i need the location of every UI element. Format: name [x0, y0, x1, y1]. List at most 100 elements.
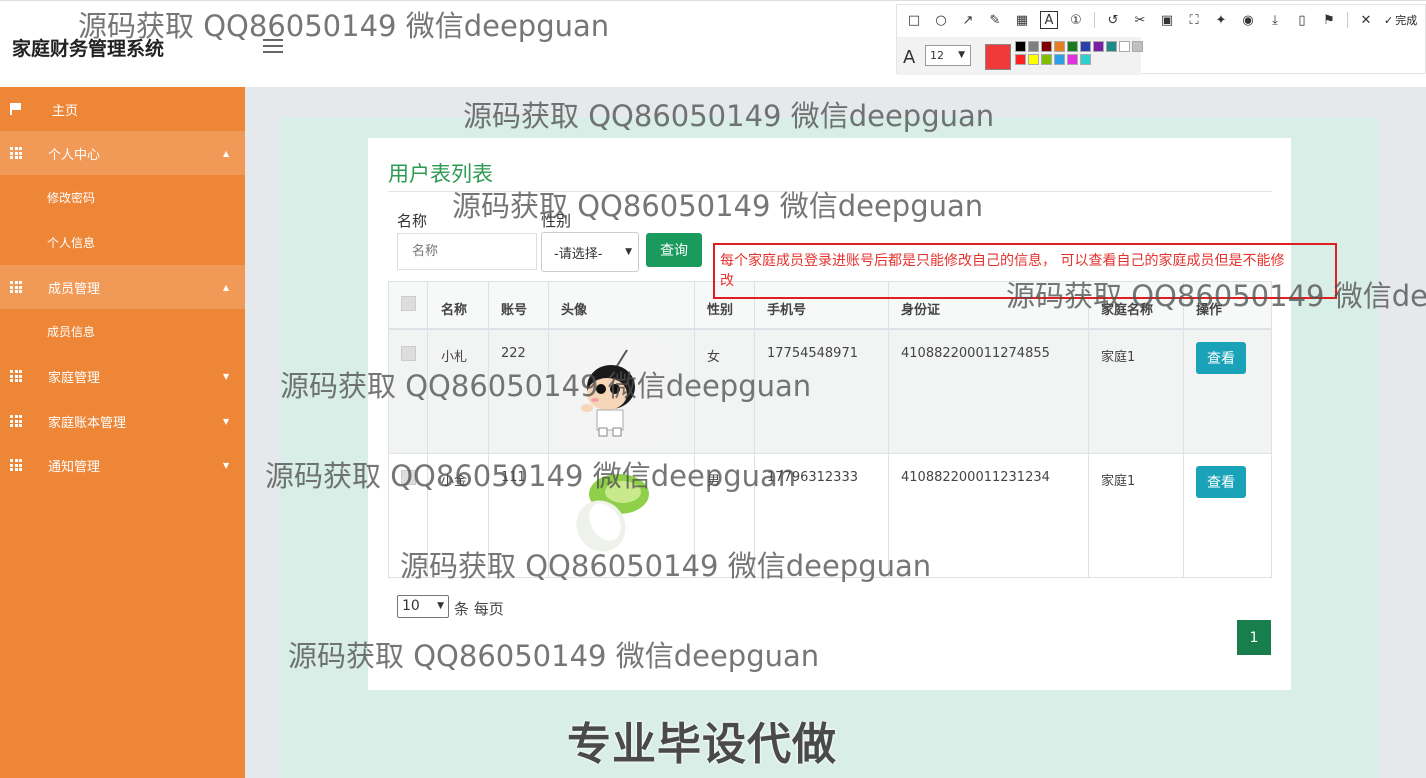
grid-icon	[10, 370, 24, 382]
color-swatch[interactable]	[1015, 54, 1026, 65]
undo-icon[interactable]: ↺	[1104, 11, 1122, 29]
annotation-toolbar: □ ○ ↗ ✎ ▦ A ① ↺ ✂ ▣ ⛶ ✦ ◉ ⤓ ▯ ⚑ ✕ ✓ 完成 A …	[896, 4, 1426, 75]
watermark: 源码获取 QQ86050149 微信deepguan	[280, 369, 812, 403]
sidebar-item-member-management[interactable]: 成员管理 ▲	[0, 265, 245, 309]
grid-icon	[10, 281, 24, 293]
sidebar-item-personal-center[interactable]: 个人中心 ▲	[0, 131, 245, 175]
ocr-icon[interactable]: ▣	[1158, 11, 1176, 29]
grid-icon	[10, 415, 24, 427]
color-swatch[interactable]	[1132, 41, 1143, 52]
color-swatch[interactable]	[1015, 41, 1026, 52]
download-icon[interactable]: ⤓	[1266, 11, 1284, 29]
slogan-overlay: 专业毕设代做	[567, 719, 837, 770]
cell-id-card: 410882200011274855	[901, 346, 1050, 361]
chevron-up-icon: ▲	[223, 148, 230, 158]
sidebar-item-personal-info[interactable]: 个人信息	[0, 220, 245, 264]
cell-family: 家庭1	[1101, 474, 1136, 489]
color-swatch[interactable]	[1041, 54, 1052, 65]
font-size-value: 12	[930, 49, 944, 62]
text-tool-icon[interactable]: A	[1040, 11, 1058, 29]
color-swatch[interactable]	[1119, 41, 1130, 52]
sidebar-item-label: 个人中心	[48, 147, 101, 163]
cell-family: 家庭1	[1101, 350, 1136, 365]
page-size-value: 10	[402, 598, 420, 614]
column-divider	[1088, 282, 1089, 577]
color-swatch[interactable]	[1106, 41, 1117, 52]
sidebar-item-member-info[interactable]: 成员信息	[0, 309, 245, 353]
column-header: 性别	[707, 303, 734, 318]
color-swatch[interactable]	[1028, 41, 1039, 52]
rectangle-tool-icon[interactable]: □	[905, 11, 923, 29]
color-swatch[interactable]	[1080, 41, 1091, 52]
font-icon: A	[903, 47, 916, 68]
flag-icon	[10, 103, 21, 115]
sidebar-item-label: 家庭管理	[48, 370, 101, 386]
font-size-select[interactable]: 12 ▼	[925, 45, 971, 66]
color-swatch[interactable]	[1041, 41, 1052, 52]
name-label: 名称	[397, 212, 428, 230]
close-icon[interactable]: ✕	[1357, 11, 1375, 29]
name-search-input[interactable]	[397, 233, 537, 270]
sidebar-item-label: 成员管理	[48, 281, 101, 297]
sidebar-item-label: 修改密码	[47, 190, 96, 205]
user-table: 名称 账号 头像 性别 手机号 身份证 家庭名称 操作 小札 222 女 177…	[388, 281, 1272, 578]
sidebar: 主页 个人中心 ▲ 修改密码 个人信息 成员管理 ▲ 成员信息 家庭管理 ▼ 家…	[0, 87, 245, 778]
select-all-checkbox[interactable]	[401, 296, 416, 311]
gender-select[interactable]: -请选择- ▼	[541, 232, 639, 272]
column-header: 名称	[441, 303, 468, 318]
color-swatch[interactable]	[1080, 54, 1091, 65]
toolbar-divider	[1094, 12, 1095, 28]
pin-icon[interactable]: ✦	[1212, 11, 1230, 29]
watermark: 源码获取 QQ86050149 微信deepguan	[400, 549, 932, 583]
column-header: 账号	[501, 303, 528, 318]
color-swatch[interactable]	[1054, 41, 1065, 52]
column-header: 手机号	[767, 303, 807, 318]
scan-icon[interactable]: ⛶	[1185, 11, 1203, 29]
sidebar-item-label: 家庭账本管理	[48, 415, 127, 431]
color-swatch[interactable]	[1067, 41, 1078, 52]
ellipse-tool-icon[interactable]: ○	[932, 11, 950, 29]
phone-icon[interactable]: ▯	[1293, 11, 1311, 29]
page-size-select[interactable]: 10 ▼	[397, 595, 449, 618]
number-tool-icon[interactable]: ①	[1067, 11, 1085, 29]
column-divider	[1183, 282, 1184, 577]
view-button[interactable]: 查看	[1196, 342, 1246, 374]
view-button[interactable]: 查看	[1196, 466, 1246, 498]
grid-icon	[10, 147, 24, 159]
color-swatch[interactable]	[1028, 54, 1039, 65]
chevron-down-icon: ▼	[958, 50, 965, 60]
chevron-up-icon: ▲	[223, 282, 230, 292]
row-checkbox[interactable]	[401, 346, 416, 361]
watermark: 源码获取 QQ86050149 微信deepguan	[78, 9, 610, 43]
watermark: 源码获取 QQ86050149 微信deepguan	[1006, 279, 1426, 313]
current-color-swatch[interactable]	[985, 44, 1011, 70]
record-icon[interactable]: ◉	[1239, 11, 1257, 29]
watermark: 源码获取 QQ86050149 微信deepguan	[288, 639, 820, 673]
sidebar-item-label: 个人信息	[47, 235, 96, 250]
cell-account: 222	[501, 346, 526, 361]
color-swatch[interactable]	[1067, 54, 1078, 65]
column-divider	[548, 282, 549, 577]
pen-tool-icon[interactable]: ✎	[986, 11, 1004, 29]
page-button-current[interactable]: 1	[1237, 620, 1271, 655]
arrow-tool-icon[interactable]: ↗	[959, 11, 977, 29]
color-swatch[interactable]	[1093, 41, 1104, 52]
watermark: 源码获取 QQ86050149 微信deepguan	[452, 189, 984, 223]
column-divider	[888, 282, 889, 577]
sidebar-item-home[interactable]: 主页	[0, 87, 245, 131]
bookmark-icon[interactable]: ⚑	[1320, 11, 1338, 29]
crop-icon[interactable]: ✂	[1131, 11, 1149, 29]
chevron-down-icon: ▼	[437, 601, 444, 611]
mosaic-tool-icon[interactable]: ▦	[1013, 11, 1031, 29]
sidebar-item-family-management[interactable]: 家庭管理 ▼	[0, 354, 245, 398]
sidebar-item-ledger-management[interactable]: 家庭账本管理 ▼	[0, 399, 245, 443]
color-palette	[1015, 41, 1143, 65]
chevron-down-icon: ▼	[223, 371, 230, 381]
sidebar-item-notice-management[interactable]: 通知管理 ▼	[0, 443, 245, 487]
sidebar-item-label: 主页	[52, 103, 79, 119]
check-icon: ✓	[1384, 13, 1394, 27]
query-button[interactable]: 查询	[646, 233, 702, 267]
done-button[interactable]: ✓ 完成	[1384, 12, 1417, 28]
sidebar-item-change-password[interactable]: 修改密码	[0, 175, 245, 219]
color-swatch[interactable]	[1054, 54, 1065, 65]
